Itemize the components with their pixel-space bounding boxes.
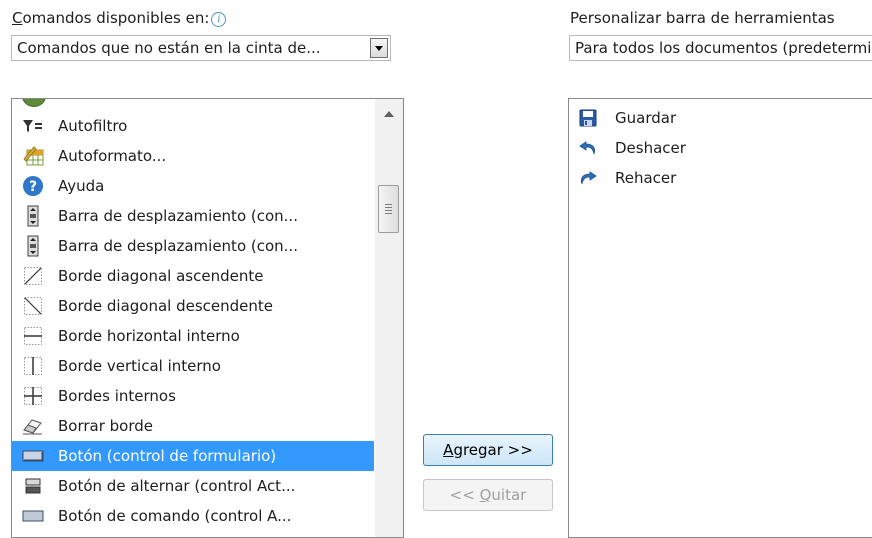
border-inside-vertical-icon: [21, 354, 45, 378]
list-item-label: Borde horizontal interno: [58, 327, 240, 345]
scrollbar[interactable]: [375, 99, 403, 537]
available-commands-label: Comandos disponibles en: i: [12, 9, 227, 27]
list-item-label: Barra de desplazamiento (con...: [58, 207, 298, 225]
list-item-label: Bordes internos: [58, 387, 176, 405]
toolbar-scope-dropdown[interactable]: Para todos los documentos (predeterminad…: [569, 35, 872, 61]
customize-toolbar-label: Personalizar barra de herramientas: [570, 9, 835, 27]
commands-source-dropdown[interactable]: Comandos que no están en la cinta de...: [11, 35, 391, 61]
list-item[interactable]: Borde vertical interno: [12, 351, 374, 381]
label-text: omandos disponibles en:: [22, 9, 210, 27]
list-item[interactable]: Borrar borde: [12, 411, 374, 441]
toolbar-commands-list[interactable]: Guardar Deshacer Rehacer: [568, 98, 872, 538]
toolbar-list-item-label: Guardar: [615, 109, 677, 127]
list-item-label: Borrar borde: [58, 417, 154, 435]
form-button-icon: [21, 444, 45, 468]
commands-list[interactable]: Autofiltro Autoformato...? Ayuda Barra de d…: [11, 98, 404, 538]
list-item[interactable]: Borde diagonal ascendente: [12, 261, 374, 291]
list-item-label: Barra de desplazamiento (con...: [58, 237, 298, 255]
save-icon: [577, 107, 599, 129]
command-button-icon: [21, 504, 45, 528]
autoformat-icon: [21, 144, 45, 168]
list-item[interactable]: ? Ayuda: [12, 171, 374, 201]
toolbar-list-item-label: Rehacer: [615, 169, 677, 187]
list-item[interactable]: Autoformato...: [12, 141, 374, 171]
remove-button-mnemonic: Q: [479, 486, 492, 504]
list-item-label: Borde diagonal descendente: [58, 297, 274, 315]
list-item[interactable]: Barra de desplazamiento (con...: [12, 231, 374, 261]
border-inside-icon: [21, 384, 45, 408]
label-mnemonic: C: [12, 9, 23, 27]
add-button-mnemonic: A: [443, 441, 454, 459]
list-item[interactable]: Bordes internos: [12, 381, 374, 411]
list-item-label: Botón (control de formulario): [58, 447, 277, 465]
list-item-label: Borde vertical interno: [58, 357, 221, 375]
list-item-label: Autoformato...: [58, 147, 167, 165]
list-item-label: Ayuda: [58, 177, 105, 195]
border-diagonal-up-icon: [21, 264, 45, 288]
toolbar-list-item-label: Deshacer: [615, 139, 686, 157]
list-item[interactable]: Borde horizontal interno: [12, 321, 374, 351]
commands-source-value: Comandos que no están en la cinta de...: [17, 39, 321, 57]
svg-text:?: ?: [29, 179, 37, 195]
scrollbar-control-icon: [21, 234, 45, 258]
chevron-down-icon[interactable]: [370, 38, 388, 58]
list-item-label: Botón de alternar (control Act...: [58, 477, 296, 495]
scrollbar-control-icon: [21, 204, 45, 228]
partial-item-icon: [22, 99, 46, 107]
list-item[interactable]: Barra de desplazamiento (con...: [12, 201, 374, 231]
border-inside-horizontal-icon: [21, 324, 45, 348]
toolbar-list-item[interactable]: Rehacer: [569, 163, 872, 193]
add-button[interactable]: Agregar >>: [423, 434, 553, 466]
remove-button-prefix: <<: [449, 486, 480, 504]
list-item-label: Autofiltro: [58, 117, 128, 135]
eraser-icon: [21, 414, 45, 438]
list-item-label: Borde diagonal ascendente: [58, 267, 264, 285]
toolbar-scope-value: Para todos los documentos (predeterminad…: [575, 39, 872, 57]
scroll-up-icon[interactable]: [384, 111, 394, 117]
info-icon[interactable]: i: [211, 12, 227, 27]
list-item[interactable]: Botón de alternar (control Act...: [12, 471, 374, 501]
filter-icon: [21, 114, 45, 138]
add-button-label: gregar >>: [453, 441, 533, 459]
undo-icon: [577, 137, 599, 159]
list-item[interactable]: Borde diagonal descendente: [12, 291, 374, 321]
toggle-button-icon: [21, 474, 45, 498]
toolbar-list-item[interactable]: Deshacer: [569, 133, 872, 163]
list-item-label: Botón de comando (control A...: [58, 507, 292, 525]
redo-icon: [577, 167, 599, 189]
border-diagonal-down-icon: [21, 294, 45, 318]
remove-button[interactable]: << Quitar: [423, 479, 553, 511]
list-item[interactable]: Botón de comando (control A...: [12, 501, 374, 531]
toolbar-list-item[interactable]: Guardar: [569, 103, 872, 133]
remove-button-label: uitar: [491, 486, 527, 504]
list-item[interactable]: Botón (control de formulario): [12, 441, 374, 471]
help-icon: ?: [21, 174, 45, 198]
list-item[interactable]: Autofiltro: [12, 111, 374, 141]
scroll-thumb[interactable]: [378, 185, 399, 233]
